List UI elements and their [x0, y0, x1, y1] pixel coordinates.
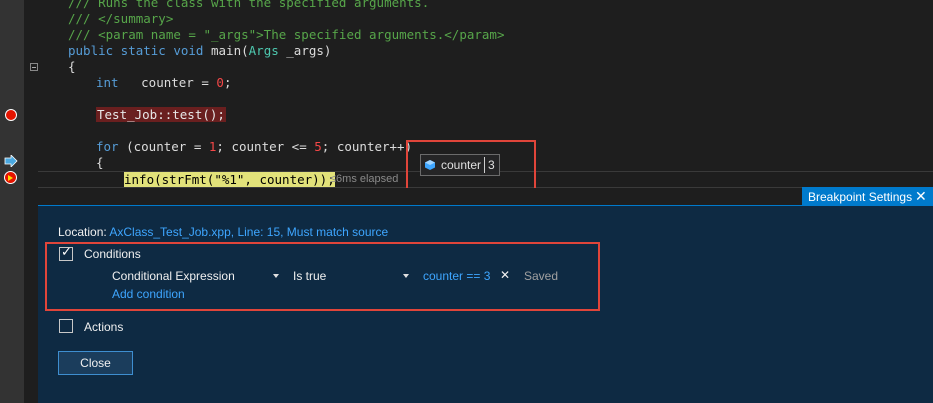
perf-tip: ≤6ms elapsed [330, 173, 399, 185]
location-link[interactable]: AxClass_Test_Job.xpp, Line: 15, Must mat… [109, 225, 388, 239]
code-line: /// </summary> [68, 11, 174, 26]
breakpoint-settings-panel: Location: AxClass_Test_Job.xpp, Line: 15… [38, 205, 933, 403]
code-line-current: info(strFmt("%1", counter)); [124, 172, 335, 187]
code-line: /// Runs the class with the specified ar… [68, 0, 430, 10]
code-line: for (counter = 1; counter <= 5; counter+… [96, 139, 413, 154]
current-statement-breakpoint-icon[interactable] [4, 171, 17, 184]
close-button[interactable]: Close [58, 351, 133, 375]
code-line: int counter = 0; [96, 75, 232, 90]
indicator-margin[interactable] [0, 0, 24, 403]
location-row: Location: AxClass_Test_Job.xpp, Line: 15… [58, 225, 388, 239]
annotation-box [45, 242, 600, 311]
step-arrow-icon [4, 155, 18, 167]
close-panel-icon[interactable]: ✕ [915, 188, 927, 205]
actions-checkbox[interactable] [59, 319, 73, 333]
breakpoint-settings-tab[interactable]: Breakpoint Settings ✕ [802, 187, 933, 206]
panel-header [38, 188, 933, 205]
code-line: /// <param name = "_args">The specified … [68, 27, 505, 42]
actions-label: Actions [84, 320, 124, 334]
code-line: public static void main(Args _args) [68, 43, 332, 58]
outlining-margin [24, 0, 39, 403]
code-line: { [96, 155, 104, 170]
breakpoint-icon[interactable] [5, 109, 17, 121]
code-line: { [68, 59, 76, 74]
code-line-breakpoint: Test_Job::test(); [96, 107, 226, 122]
location-label: Location: [58, 225, 107, 239]
annotation-box [406, 140, 536, 191]
tab-title: Breakpoint Settings [808, 190, 913, 204]
collapse-toggle-icon[interactable] [30, 63, 38, 71]
